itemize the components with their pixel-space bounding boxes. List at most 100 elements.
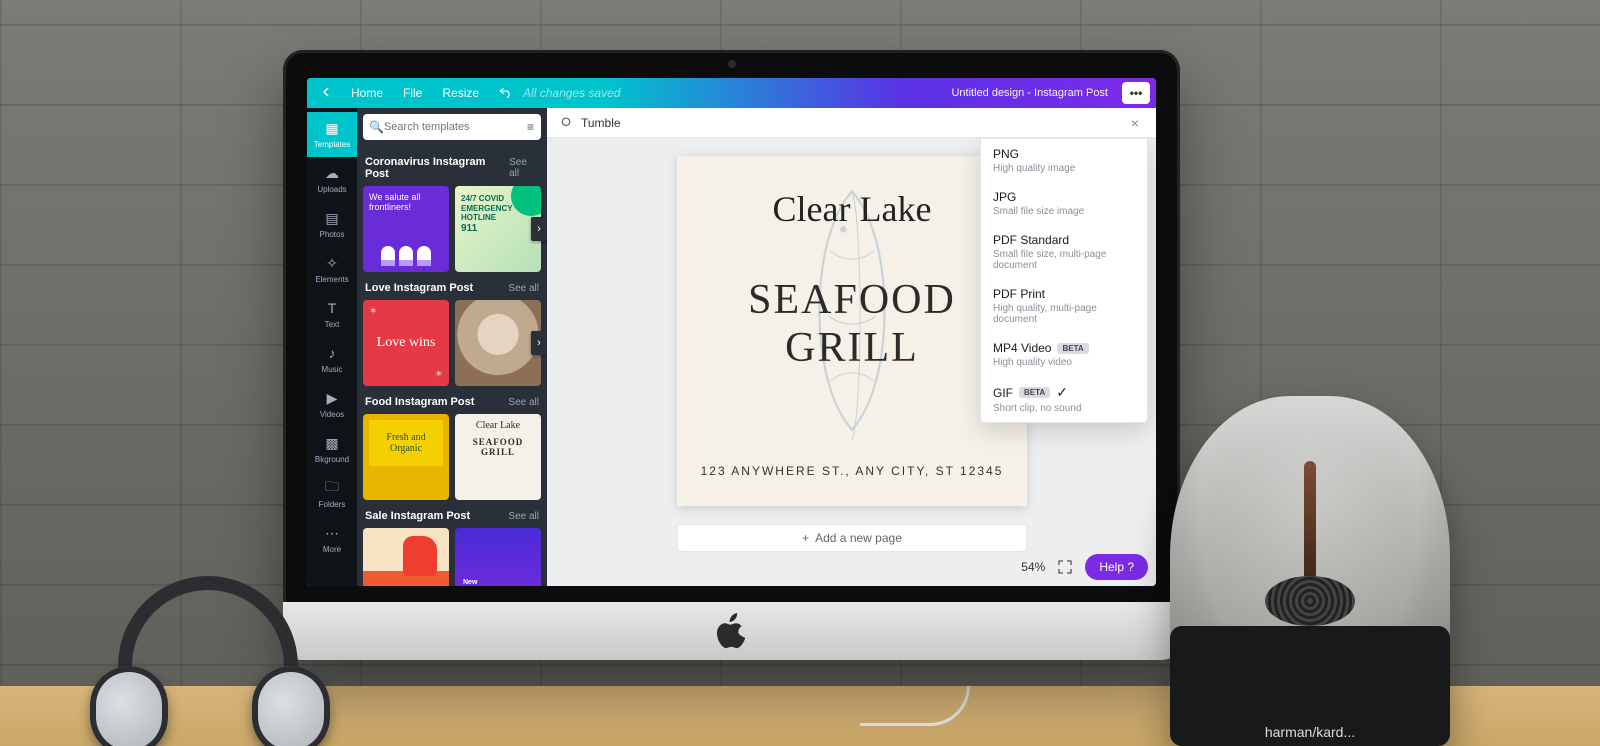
nav-uploads[interactable]: ☁ Uploads xyxy=(307,157,357,202)
nav-templates[interactable]: ▦ Templates xyxy=(307,112,357,157)
canvas-footer: 54% Help ? xyxy=(1021,554,1148,580)
screen: Home File Resize All changes saved Untit… xyxy=(307,78,1156,586)
panel-body: Coronavirus Instagram Post See all We sa… xyxy=(357,146,547,586)
canvas-address[interactable]: 123 ANYWHERE ST., ANY CITY, ST 12345 xyxy=(677,464,1027,478)
app-topbar: Home File Resize All changes saved Untit… xyxy=(307,78,1156,108)
export-option-gif[interactable]: GIF BETA ✓ Short clip, no sound xyxy=(981,376,1147,422)
more-menu-button[interactable]: ••• xyxy=(1122,82,1150,104)
add-page-button[interactable]: Add a new page xyxy=(677,524,1027,552)
nav-label: Music xyxy=(322,365,343,374)
videos-icon: ▶ xyxy=(322,388,342,408)
context-toolbar: ⭘ Tumble × xyxy=(547,108,1156,138)
export-option-mp4[interactable]: MP4 Video BETA High quality video xyxy=(981,333,1147,376)
category-title: Love Instagram Post xyxy=(365,282,473,294)
canvas-viewport[interactable]: PNG High quality image JPG Small file si… xyxy=(547,138,1156,586)
nav-more[interactable]: ⋯ More xyxy=(307,517,357,562)
canvas-heading[interactable]: SEAFOOD GRILL xyxy=(677,276,1027,373)
back-button[interactable] xyxy=(313,86,341,100)
export-option-png[interactable]: PNG High quality image xyxy=(981,139,1147,182)
nav-folders[interactable]: 🗀 Folders xyxy=(307,472,357,517)
nav-label: Photos xyxy=(320,230,345,239)
see-all-link[interactable]: See all xyxy=(509,157,539,179)
zoom-level[interactable]: 54% xyxy=(1021,560,1045,574)
template-thumb[interactable]: Fresh and Organic xyxy=(363,414,449,500)
thumb-text: Love wins xyxy=(377,335,436,351)
templates-panel: 🔍 ≡ Coronavirus Instagram Post See all xyxy=(357,108,547,586)
thumb-text: We salute all xyxy=(369,192,443,202)
fullscreen-icon[interactable] xyxy=(1055,557,1075,577)
nav-videos[interactable]: ▶ Videos xyxy=(307,382,357,427)
help-button[interactable]: Help ? xyxy=(1085,554,1148,580)
nav-music[interactable]: ♪ Music xyxy=(307,337,357,382)
webcam-dot xyxy=(728,60,736,68)
export-option-pdf-print[interactable]: PDF Print High quality, multi-page docum… xyxy=(981,279,1147,333)
folders-icon: 🗀 xyxy=(322,478,342,498)
scroll-right-button[interactable]: › xyxy=(531,217,547,241)
option-subtitle: Small file size image xyxy=(993,206,1135,217)
template-thumb[interactable]: Organic xyxy=(363,528,449,586)
template-thumb[interactable] xyxy=(455,300,541,386)
search-input[interactable] xyxy=(384,121,526,133)
category-love: Love Instagram Post See all Love wins › xyxy=(363,278,541,386)
photos-icon: ▤ xyxy=(322,208,342,228)
more-icon: ⋯ xyxy=(322,523,342,543)
nav-elements[interactable]: ✧ Elements xyxy=(307,247,357,292)
beta-badge: BETA xyxy=(1019,387,1050,398)
nav-label: Videos xyxy=(320,410,344,419)
option-subtitle: High quality, multi-page document xyxy=(993,303,1135,325)
category-coronavirus: Coronavirus Instagram Post See all We sa… xyxy=(363,152,541,272)
template-thumb[interactable]: 24/7 COVID EMERGENCY HOTLINE 911 xyxy=(455,186,541,272)
see-all-link[interactable]: See all xyxy=(508,511,539,522)
background-icon: ▩ xyxy=(322,433,342,453)
see-all-link[interactable]: See all xyxy=(508,283,539,294)
thumb-text: SEAFOOD xyxy=(459,437,537,447)
thumb-text: EMERGENCY xyxy=(461,204,535,214)
undo-button[interactable] xyxy=(489,86,523,101)
export-format-dropdown: PNG High quality image JPG Small file si… xyxy=(980,138,1148,423)
elements-icon: ✧ xyxy=(322,253,342,273)
option-subtitle: Short clip, no sound xyxy=(993,403,1135,414)
hand-illustration xyxy=(403,536,437,576)
see-all-link[interactable]: See all xyxy=(508,397,539,408)
template-thumb[interactable]: Clear Lake SEAFOOD GRILL xyxy=(455,414,541,500)
nav-label: Templates xyxy=(314,140,350,149)
category-title: Coronavirus Instagram Post xyxy=(365,156,509,180)
template-thumb[interactable]: New sport collection NEW xyxy=(455,528,541,586)
uploads-icon: ☁ xyxy=(322,163,342,183)
main-area: ▦ Templates ☁ Uploads ▤ Photos ✧ Element… xyxy=(307,108,1156,586)
search-field-wrap: 🔍 ≡ xyxy=(363,114,541,140)
option-title: PNG xyxy=(993,147,1135,161)
monitor-chin xyxy=(283,602,1180,660)
home-button[interactable]: Home xyxy=(341,86,393,100)
template-thumb[interactable]: Love wins xyxy=(363,300,449,386)
nav-background[interactable]: ▩ Bkground xyxy=(307,427,357,472)
category-title: Sale Instagram Post xyxy=(365,510,470,522)
filter-icon[interactable]: ≡ xyxy=(526,120,535,134)
export-option-jpg[interactable]: JPG Small file size image xyxy=(981,182,1147,225)
close-context-button[interactable]: × xyxy=(1124,115,1146,131)
context-tool-label[interactable]: Tumble xyxy=(581,116,621,130)
thumb-text: 24/7 COVID xyxy=(461,194,535,204)
scroll-right-button[interactable]: › xyxy=(531,331,547,355)
nav-photos[interactable]: ▤ Photos xyxy=(307,202,357,247)
file-menu[interactable]: File xyxy=(393,86,432,100)
nav-label: More xyxy=(323,545,341,554)
option-title: PDF Standard xyxy=(993,233,1135,247)
nav-label: Uploads xyxy=(317,185,346,194)
thumb-text: New sport collection xyxy=(463,579,496,586)
check-icon: ✓ xyxy=(1056,384,1068,401)
option-subtitle: Small file size, multi-page document xyxy=(993,249,1135,271)
template-thumb[interactable]: We salute all frontliners! xyxy=(363,186,449,272)
nav-label: Text xyxy=(325,320,340,329)
nav-text[interactable]: T Text xyxy=(307,292,357,337)
option-title: JPG xyxy=(993,190,1135,204)
category-title: Food Instagram Post xyxy=(365,396,474,408)
document-title[interactable]: Untitled design - Instagram Post xyxy=(951,87,1118,99)
export-option-pdf-standard[interactable]: PDF Standard Small file size, multi-page… xyxy=(981,225,1147,279)
artboard[interactable]: Clear Lake SEAFOOD GRILL 123 ANYWHERE ST… xyxy=(677,156,1027,506)
category-sale: Sale Instagram Post See all Organic New … xyxy=(363,506,541,586)
canvas-title-script[interactable]: Clear Lake xyxy=(677,188,1027,230)
thumb-text: GRILL xyxy=(459,447,537,457)
resize-button[interactable]: Resize xyxy=(432,86,489,100)
music-icon: ♪ xyxy=(322,343,342,363)
